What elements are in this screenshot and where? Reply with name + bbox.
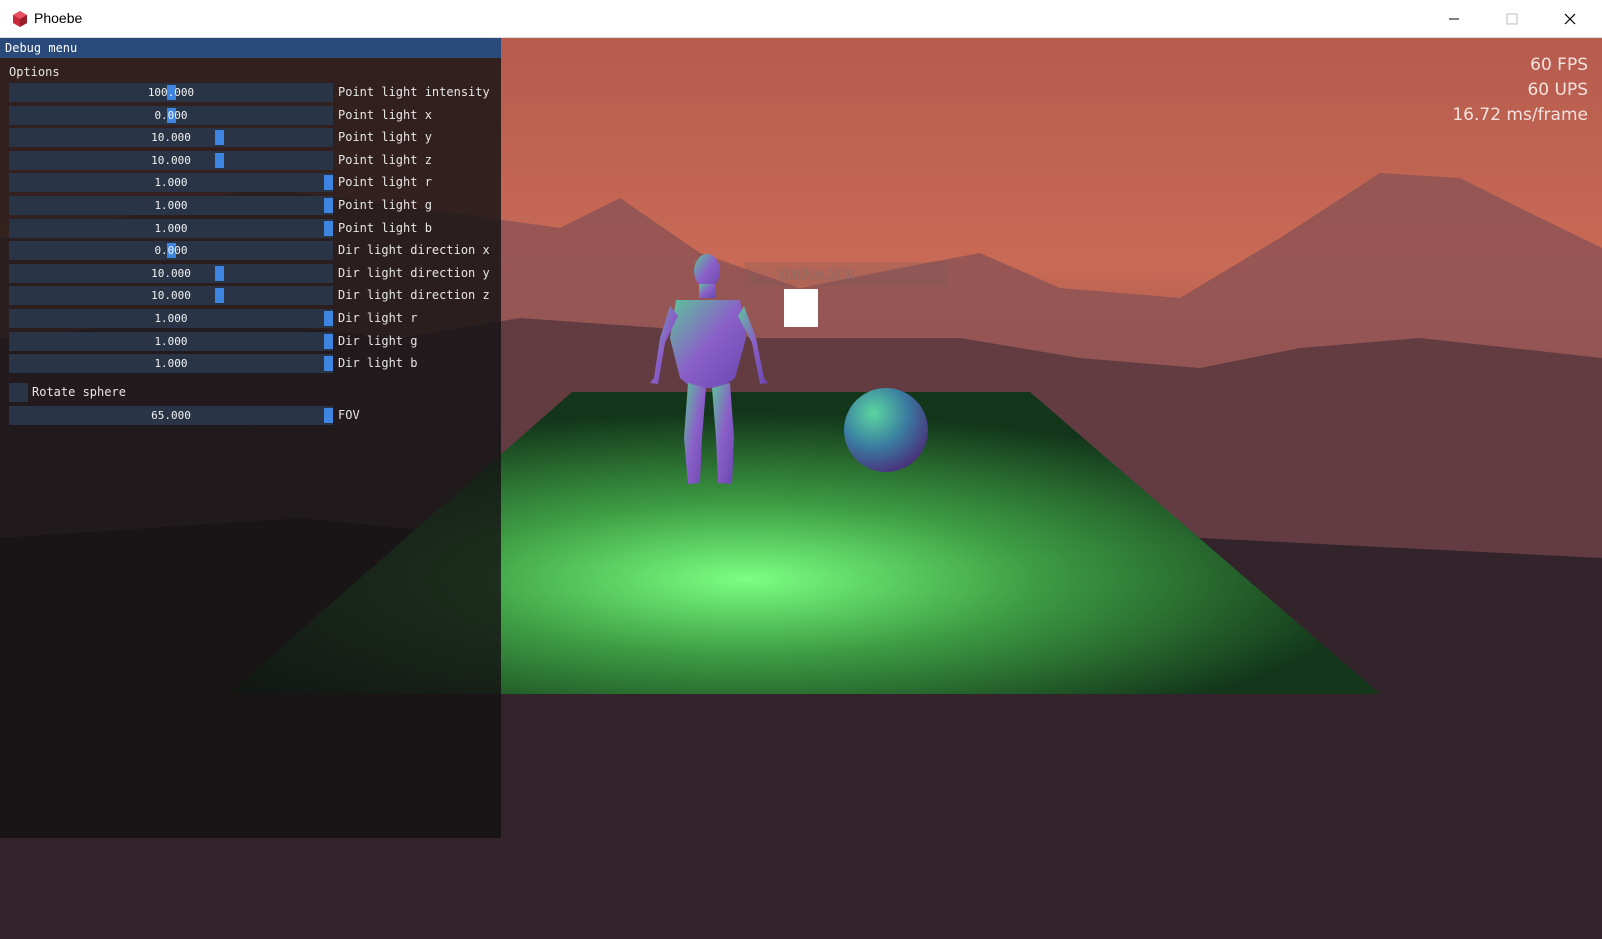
value-slider[interactable]: 1.000: [9, 173, 333, 193]
value-slider[interactable]: 10.000: [9, 128, 333, 148]
slider-row[interactable]: 1.000 Dir light r: [9, 309, 489, 328]
slider-label: Point light y: [338, 130, 432, 145]
slider-row[interactable]: 1.000 Point light b: [9, 218, 489, 238]
options-header[interactable]: Options: [9, 65, 60, 79]
value-slider[interactable]: 1.000: [9, 309, 333, 328]
slider-row[interactable]: 10.000 Point light z: [9, 150, 489, 170]
slider-value: 0.000: [154, 244, 188, 258]
rotate-sphere-row[interactable]: Rotate sphere: [9, 383, 489, 402]
slider-value: 10.000: [151, 289, 191, 303]
slider-value: 100.000: [147, 86, 195, 99]
window-strip[interactable]: Window Strip: [745, 262, 947, 286]
slider-value: 1.000: [154, 334, 188, 348]
frame-time: 16.72 ms/frame: [1452, 105, 1588, 125]
slider-row[interactable]: 0.000 Dir light direction x: [9, 241, 490, 261]
rotate-sphere-label: Rotate sphere: [32, 385, 126, 399]
slider-row[interactable]: 10.000 Point light y: [9, 128, 489, 148]
slider-label: Dir light r: [338, 311, 418, 325]
window-strip-label: Window Strip: [778, 265, 855, 280]
slider-label: Dir light direction y: [338, 265, 490, 280]
slider-label: Dir light direction z: [338, 288, 490, 303]
value-slider[interactable]: 1.000: [9, 196, 333, 215]
slider-label: Point light g: [338, 198, 432, 212]
close-button[interactable]: [1541, 0, 1599, 38]
slider-label: Point light intensity: [338, 85, 490, 99]
slider-value: 1.000: [154, 199, 188, 212]
app-cube-icon: [13, 11, 27, 27]
slider-label: Point light z: [338, 152, 432, 167]
value-slider[interactable]: 10.000: [9, 150, 333, 170]
fov-value: 65.000: [151, 409, 191, 422]
value-slider[interactable]: 0.000: [9, 105, 333, 125]
value-slider[interactable]: 0.000: [9, 241, 333, 261]
title-bar: Phoebe: [0, 0, 1602, 38]
slider-value: 1.000: [154, 312, 188, 325]
slider-value: 1.000: [154, 221, 188, 235]
maximize-icon: [1506, 13, 1518, 25]
slider-value: 10.000: [151, 153, 191, 167]
slider-row[interactable]: 10.000 Dir light direction z: [9, 286, 490, 306]
value-slider[interactable]: 1.000: [9, 354, 333, 374]
value-slider[interactable]: 100.000: [9, 83, 333, 102]
slider-row[interactable]: 0.000 Point light x: [9, 105, 489, 125]
slider-value: 0.000: [154, 108, 188, 122]
slider-row[interactable]: 1.000 Point light r: [9, 173, 489, 193]
slider-row[interactable]: 1.000 Dir light g: [9, 331, 489, 351]
slider-row[interactable]: 1.000 Dir light b: [9, 354, 489, 374]
slider-label: Dir light direction x: [338, 243, 490, 258]
slider-label: Point light x: [338, 107, 432, 122]
slider-row[interactable]: 100.000 Point light intensity: [9, 83, 490, 102]
slider-label: Dir light g: [338, 333, 418, 348]
white-quad: [784, 289, 818, 327]
maximize-button[interactable]: [1483, 0, 1541, 38]
slider-label: Point light r: [338, 175, 432, 190]
minimize-icon: [1449, 18, 1459, 20]
window-title: Phoebe: [34, 10, 83, 26]
value-slider[interactable]: 1.000: [9, 218, 333, 238]
slider-value: 1.000: [154, 357, 188, 371]
fov-slider[interactable]: 65.000: [9, 406, 333, 425]
fov-row[interactable]: 65.000 FOV: [9, 406, 489, 425]
debug-menu-window[interactable]: Debug menu Options 100.000 Point light in…: [0, 38, 501, 838]
value-slider[interactable]: 1.000: [9, 331, 333, 351]
minimize-button[interactable]: [1425, 0, 1483, 38]
slider-value: 10.000: [151, 131, 191, 145]
fps-counter: 60 FPS: [1530, 55, 1588, 75]
slider-label: Point light b: [338, 220, 432, 235]
debug-menu-title[interactable]: Debug menu: [0, 38, 501, 58]
slider-row[interactable]: 10.000 Dir light direction y: [9, 263, 490, 283]
slider-value: 1.000: [154, 176, 188, 190]
slider-value: 10.000: [151, 266, 191, 280]
performance-stats: 60 FPS 60 UPS 16.72 ms/frame: [1452, 53, 1588, 128]
slider-label: Dir light b: [338, 356, 418, 371]
close-icon: [1564, 13, 1576, 25]
slider-row[interactable]: 1.000 Point light g: [9, 196, 489, 215]
fov-label: FOV: [338, 408, 360, 422]
ups-counter: 60 UPS: [1527, 80, 1588, 100]
value-slider[interactable]: 10.000: [9, 263, 333, 283]
value-slider[interactable]: 10.000: [9, 286, 333, 306]
rotate-sphere-checkbox[interactable]: [9, 383, 28, 402]
